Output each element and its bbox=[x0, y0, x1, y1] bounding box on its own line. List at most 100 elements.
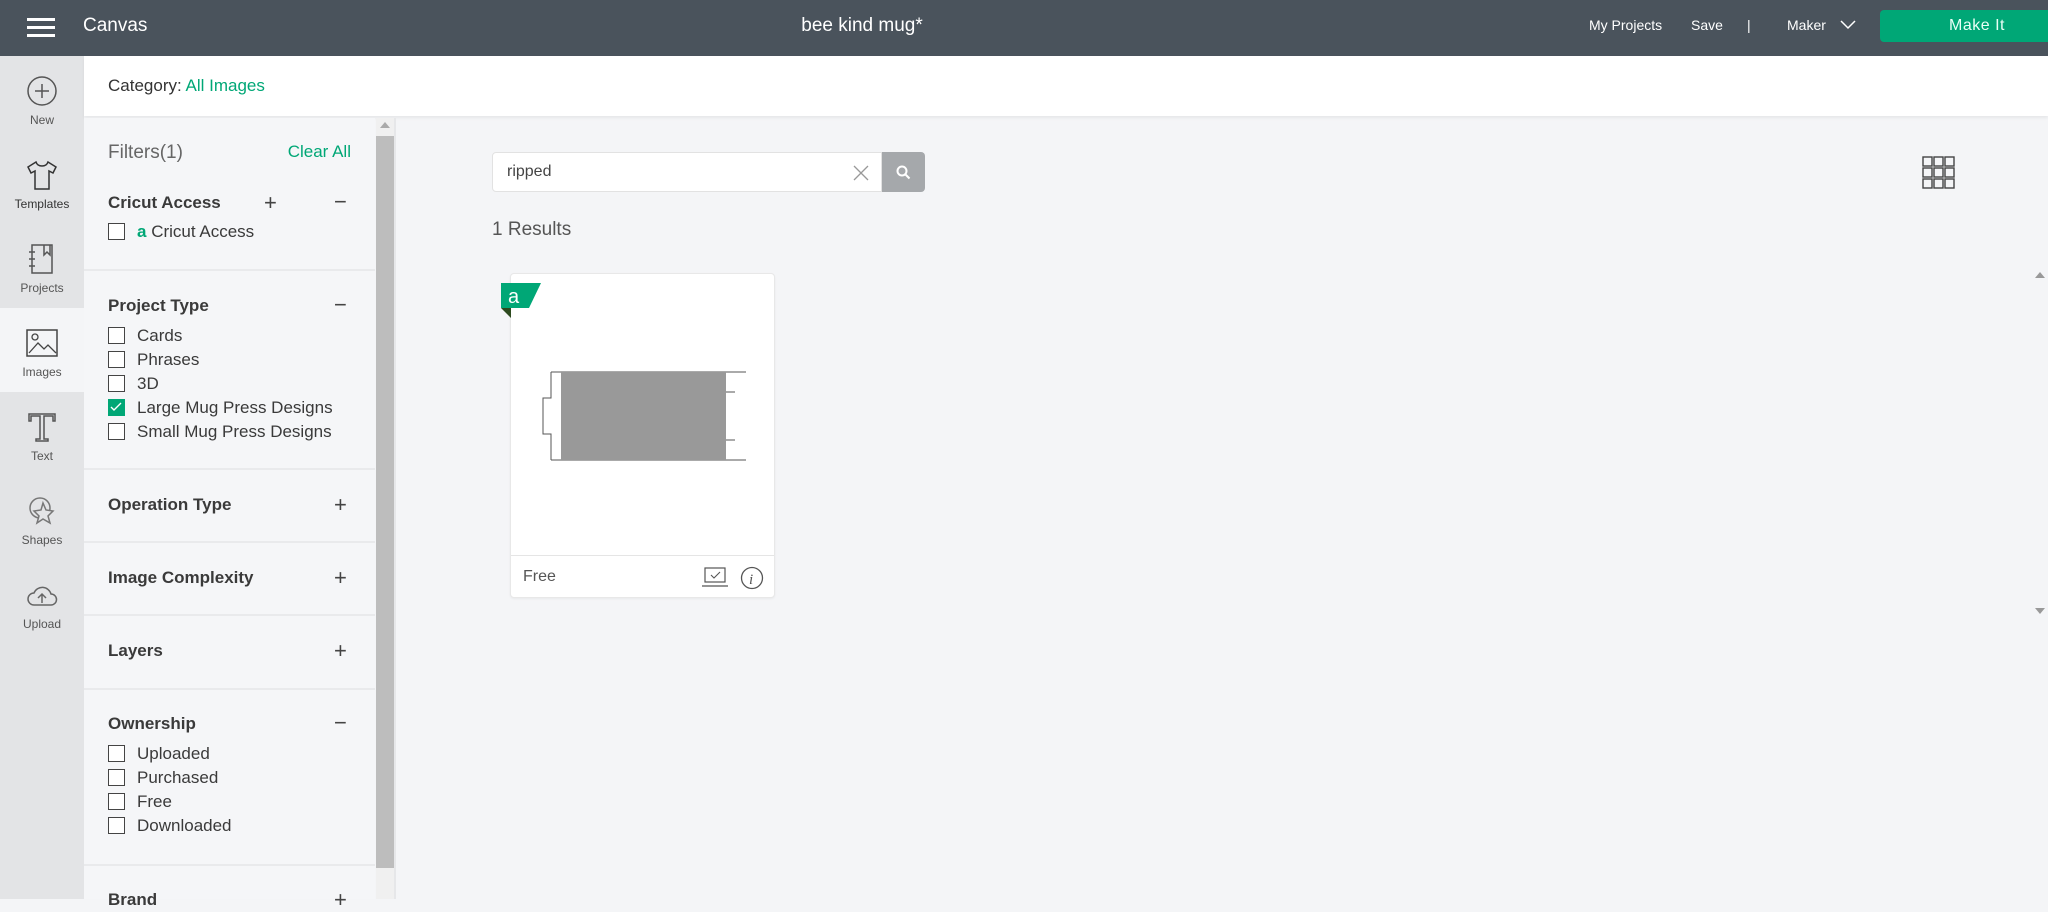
nav-label: New bbox=[29, 113, 54, 127]
checkbox-label: Large Mug Press Designs bbox=[137, 398, 333, 417]
checkbox-label: Phrases bbox=[137, 350, 200, 369]
image-thumbnail bbox=[542, 371, 746, 461]
filter-panel: Filters(1) Clear All Cricut Access + − a… bbox=[84, 118, 375, 911]
tshirt-icon bbox=[27, 160, 57, 190]
checkbox-small-mug[interactable] bbox=[108, 423, 125, 440]
category-link[interactable]: All Images bbox=[186, 76, 265, 95]
nav-label: Upload bbox=[22, 617, 62, 631]
nav-label: Templates bbox=[14, 197, 70, 211]
divider bbox=[84, 541, 375, 543]
nav-shapes[interactable]: Shapes bbox=[0, 476, 84, 560]
plus-icon[interactable]: + bbox=[334, 567, 347, 589]
machine-label: Maker bbox=[1787, 17, 1826, 33]
checkbox-label: Downloaded bbox=[137, 816, 232, 835]
checkbox-phrases[interactable] bbox=[108, 351, 125, 368]
breadcrumb: Category: All Images bbox=[108, 76, 265, 96]
left-nav: New Templates Projects Images Text Shape… bbox=[0, 56, 84, 899]
svg-text:a: a bbox=[508, 286, 520, 308]
divider bbox=[84, 864, 375, 866]
nav-label: Projects bbox=[20, 281, 64, 295]
section-title: Layers bbox=[108, 641, 163, 660]
checkbox-3d[interactable] bbox=[108, 375, 125, 392]
checkbox-label: Uploaded bbox=[137, 744, 210, 763]
nav-images[interactable]: Images bbox=[0, 308, 84, 392]
my-projects-link[interactable]: My Projects bbox=[1589, 17, 1662, 33]
image-card[interactable]: a Free i bbox=[501, 273, 775, 598]
price-label: Free bbox=[523, 568, 556, 585]
canvas-preview-icon[interactable] bbox=[702, 567, 728, 588]
cricut-access-badge-icon: a bbox=[501, 283, 541, 318]
checkbox-label: Free bbox=[137, 792, 172, 811]
nav-text[interactable]: Text bbox=[0, 392, 84, 476]
section-title: Project Type bbox=[108, 296, 209, 315]
scrollbar-thumb[interactable] bbox=[376, 136, 394, 868]
svg-text:i: i bbox=[749, 572, 753, 588]
minus-icon[interactable]: − bbox=[334, 191, 347, 213]
machine-select[interactable]: Maker bbox=[1787, 17, 1856, 33]
clear-all-button[interactable]: Clear All bbox=[288, 142, 351, 162]
section-title: Brand bbox=[108, 890, 158, 909]
nav-new[interactable]: New bbox=[0, 56, 84, 140]
section-title: Cricut Access bbox=[108, 193, 221, 212]
plus-circle-icon bbox=[27, 76, 57, 106]
category-label: Category: bbox=[108, 76, 182, 95]
divider bbox=[84, 468, 375, 470]
divider bbox=[84, 688, 375, 690]
checkbox-label: a Cricut Access bbox=[137, 222, 255, 241]
checkbox-uploaded[interactable] bbox=[108, 745, 125, 762]
save-button[interactable]: Save bbox=[1691, 17, 1723, 33]
checkbox-cards[interactable] bbox=[108, 327, 125, 344]
top-bar: Canvas bee kind mug* My Projects Save | … bbox=[0, 0, 2048, 56]
minus-icon[interactable]: − bbox=[334, 712, 347, 734]
search-input[interactable]: ripped bbox=[492, 152, 882, 192]
search-value: ripped bbox=[507, 163, 552, 180]
nav-label: Shapes bbox=[21, 533, 63, 547]
shapes-icon bbox=[29, 497, 55, 525]
notebook-icon bbox=[29, 244, 53, 274]
results-count: 1 Results bbox=[492, 219, 572, 240]
checkbox-label: Small Mug Press Designs bbox=[137, 422, 332, 441]
checkbox-cricut-access[interactable] bbox=[108, 223, 125, 240]
nav-label: Images bbox=[22, 365, 62, 379]
make-it-button[interactable]: Make It bbox=[1880, 10, 2048, 42]
plus-icon[interactable]: + bbox=[334, 889, 347, 911]
image-icon bbox=[26, 329, 58, 357]
cricut-access-icon: a bbox=[137, 222, 147, 241]
section-title: Image Complexity bbox=[108, 568, 254, 587]
info-icon[interactable]: i bbox=[740, 566, 764, 590]
section-title: Ownership bbox=[108, 714, 196, 733]
filters-title: Filters(1) bbox=[108, 142, 183, 163]
check-icon bbox=[110, 402, 122, 411]
search-button[interactable] bbox=[882, 152, 925, 192]
scroll-up-icon[interactable] bbox=[380, 122, 390, 128]
divider bbox=[511, 555, 774, 556]
plus-icon[interactable]: + bbox=[334, 494, 347, 516]
clear-search-icon[interactable] bbox=[853, 165, 869, 181]
nav-upload[interactable]: Upload bbox=[0, 560, 84, 644]
divider bbox=[394, 118, 396, 899]
checkbox-downloaded[interactable] bbox=[108, 817, 125, 834]
grid-view-icon[interactable] bbox=[1922, 156, 1955, 189]
chevron-down-icon bbox=[1840, 20, 1856, 30]
checkbox-label: Cards bbox=[137, 326, 183, 345]
nav-label: Text bbox=[30, 449, 53, 463]
checkbox-free[interactable] bbox=[108, 793, 125, 810]
divider bbox=[84, 269, 375, 271]
scroll-down-icon[interactable] bbox=[2035, 608, 2045, 614]
checkbox-label: Purchased bbox=[137, 768, 219, 787]
plus-icon[interactable]: + bbox=[264, 192, 277, 214]
separator: | bbox=[1747, 17, 1751, 33]
scroll-up-icon[interactable] bbox=[2035, 272, 2045, 278]
minus-icon[interactable]: − bbox=[334, 294, 347, 316]
upload-cloud-icon bbox=[27, 586, 58, 606]
nav-projects[interactable]: Projects bbox=[0, 224, 84, 308]
nav-templates[interactable]: Templates bbox=[0, 140, 84, 224]
project-title: bee kind mug* bbox=[801, 15, 923, 36]
section-title: Operation Type bbox=[108, 495, 232, 514]
plus-icon[interactable]: + bbox=[334, 640, 347, 662]
divider bbox=[84, 614, 375, 616]
category-bar: Category: All Images bbox=[84, 56, 2048, 116]
search-icon bbox=[896, 165, 911, 180]
checkbox-large-mug[interactable] bbox=[108, 399, 125, 416]
checkbox-purchased[interactable] bbox=[108, 769, 125, 786]
